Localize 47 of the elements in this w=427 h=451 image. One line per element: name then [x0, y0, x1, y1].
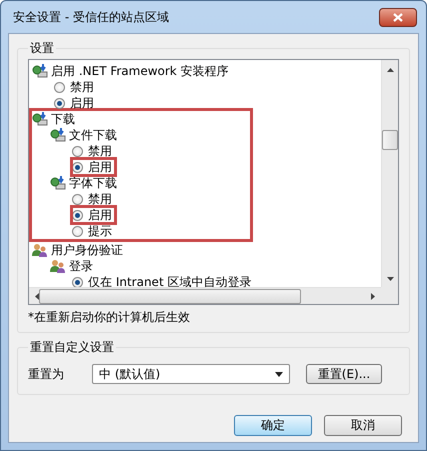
- option-label: 启用: [70, 94, 94, 112]
- option-label: 禁用: [88, 142, 112, 160]
- reset-button[interactable]: 重置(E)...: [306, 364, 382, 384]
- radio-button[interactable]: [72, 210, 83, 220]
- setting-label: 启用 .NET Framework 安装程序: [51, 62, 229, 80]
- setting-label: 用户身份验证: [51, 242, 123, 258]
- vertical-scrollbar[interactable]: [381, 60, 398, 287]
- option-label: 启用: [88, 158, 112, 176]
- level-dropdown[interactable]: 中 (默认值): [92, 364, 290, 384]
- radio-button[interactable]: [72, 276, 83, 287]
- horizontal-scrollbar[interactable]: [29, 287, 381, 304]
- scroll-thumb[interactable]: [39, 288, 301, 304]
- setting-label: 下载: [51, 110, 75, 128]
- radio-button[interactable]: [72, 226, 83, 236]
- restart-note: *在重新启动你的计算机后生效: [28, 309, 191, 326]
- option-label: 禁用: [88, 190, 112, 208]
- settings-icon: [50, 128, 66, 142]
- users-icon: [50, 259, 66, 273]
- setting-label: 登录: [69, 258, 93, 274]
- option-label: 启用: [88, 206, 112, 224]
- option-label: 仅在 Intranet 区域中自动登录: [88, 274, 252, 287]
- close-icon: [393, 12, 403, 22]
- radio-button[interactable]: [72, 162, 83, 172]
- option-label: 提示: [88, 222, 112, 240]
- scroll-down-icon[interactable]: [386, 277, 394, 281]
- scroll-up-icon[interactable]: [386, 68, 394, 72]
- settings-icon: [32, 112, 48, 126]
- scroll-right-icon[interactable]: [371, 292, 375, 300]
- close-button[interactable]: [379, 8, 417, 26]
- dialog-button[interactable]: 取消: [324, 415, 402, 436]
- setting-label: 文件下载: [69, 126, 117, 144]
- settings-icon: [32, 64, 48, 78]
- group-label: 设置: [29, 40, 55, 57]
- settings-icon: [50, 176, 66, 190]
- users-icon: [32, 243, 48, 257]
- window-title: 安全设置 - 受信任的站点区域: [13, 8, 169, 26]
- scroll-thumb[interactable]: [382, 130, 398, 150]
- group-label: 重置自定义设置: [29, 339, 115, 356]
- radio-button[interactable]: [54, 98, 65, 108]
- field-label: 重置为: [28, 366, 64, 382]
- dropdown-arrow-icon: [275, 372, 283, 376]
- dialog-button[interactable]: 确定: [234, 415, 312, 436]
- option-label: 禁用: [70, 78, 94, 96]
- radio-button[interactable]: [72, 146, 83, 156]
- radio-button[interactable]: [72, 194, 83, 204]
- radio-button[interactable]: [54, 82, 65, 92]
- setting-label: 字体下载: [69, 174, 117, 192]
